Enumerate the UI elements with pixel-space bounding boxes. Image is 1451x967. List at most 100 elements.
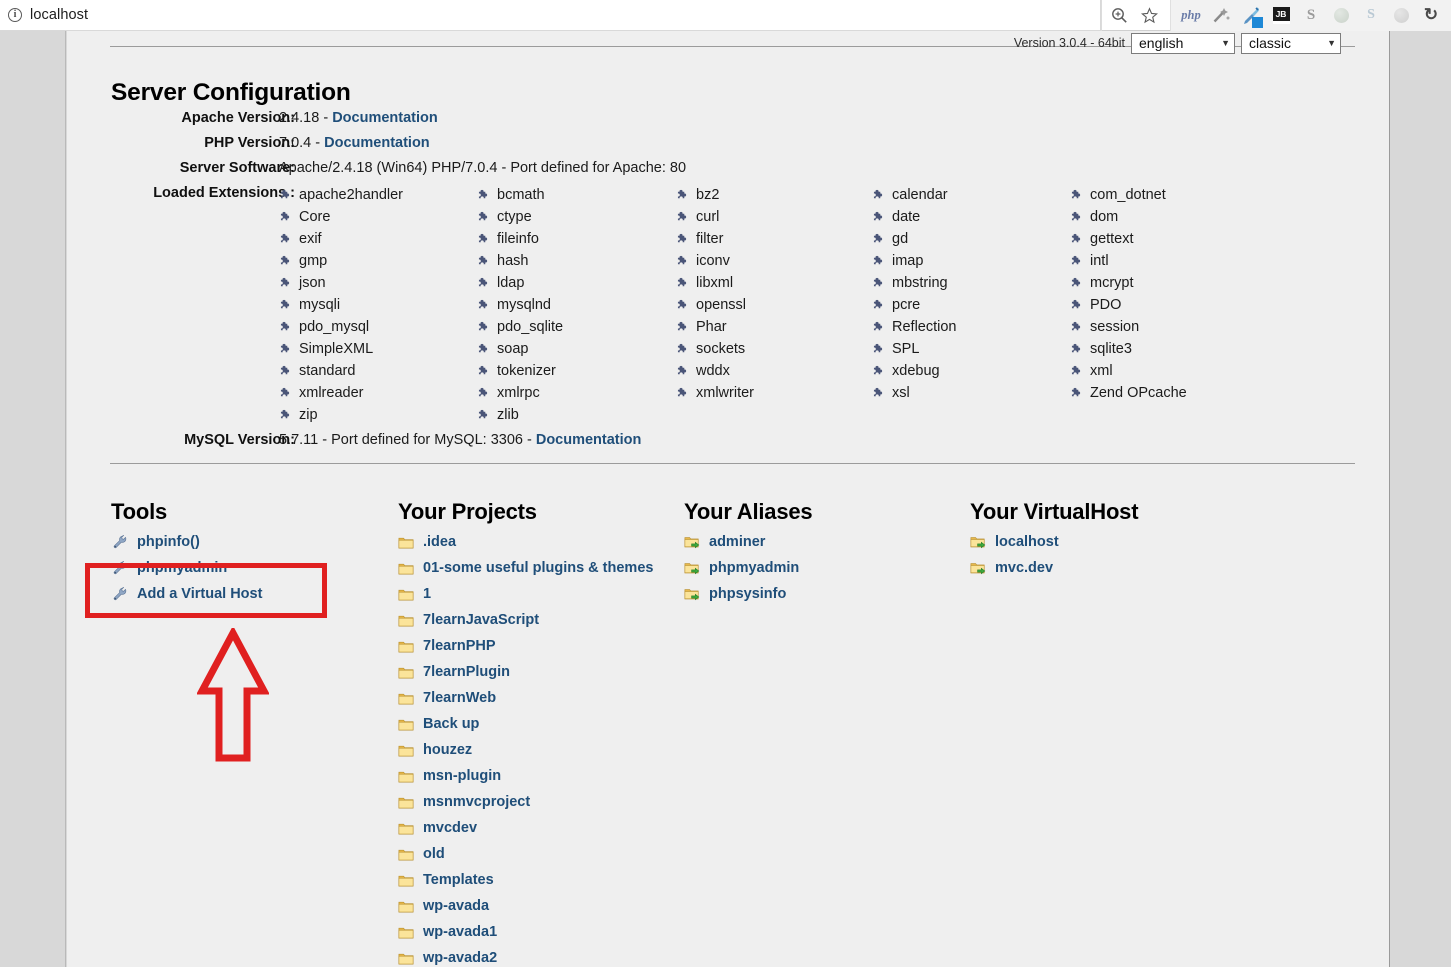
project-item-row[interactable]: msn-plugin: [398, 763, 653, 789]
extension-label: mbstring: [892, 275, 948, 291]
virtualhost-item-row[interactable]: localhost: [970, 529, 1059, 555]
project-item-link[interactable]: wp-avada: [423, 898, 489, 914]
alias-item-row[interactable]: adminer: [684, 529, 799, 555]
project-item-row[interactable]: mvcdev: [398, 815, 653, 841]
extension-column: bcmath ctype fileinfo hash ldap mysqlnd pdo_sq…: [477, 184, 677, 426]
project-item-link[interactable]: 7learnWeb: [423, 690, 496, 706]
extension-label: soap: [497, 341, 529, 357]
project-item-row[interactable]: 7learnWeb: [398, 685, 653, 711]
puzzle-piece-icon: [1071, 299, 1081, 308]
virtualhost-item-link[interactable]: mvc.dev: [995, 560, 1053, 576]
puzzle-piece-icon: [478, 189, 488, 198]
project-item-link[interactable]: old: [423, 846, 445, 862]
wand-extension-icon[interactable]: [1207, 1, 1235, 29]
config-value: 7.0.4 - Documentation: [279, 135, 430, 151]
alias-item-link[interactable]: phpsysinfo: [709, 586, 786, 602]
language-select[interactable]: english ▼: [1131, 32, 1235, 54]
folder-icon: [398, 953, 414, 964]
project-item-row[interactable]: Templates: [398, 867, 653, 893]
project-item-row[interactable]: wp-avada2: [398, 945, 653, 967]
page-title: Server Configuration: [111, 79, 351, 106]
extension-item: json: [279, 272, 479, 294]
puzzle-piece-icon: [1071, 255, 1081, 264]
project-item-row[interactable]: wp-avada: [398, 893, 653, 919]
project-item-link[interactable]: 7learnPHP: [423, 638, 496, 654]
style-select[interactable]: classic ▼: [1241, 32, 1341, 54]
green-globe-extension-icon[interactable]: [1327, 1, 1355, 29]
virtualhost-item-row[interactable]: mvc.dev: [970, 555, 1059, 581]
project-item-row[interactable]: .idea: [398, 529, 653, 555]
refresh-extension-icon[interactable]: ↻: [1417, 1, 1445, 29]
puzzle-piece-icon: [873, 277, 883, 286]
skype-extension-icon[interactable]: S: [1357, 1, 1385, 29]
puzzle-piece-icon: [677, 321, 687, 330]
mysql-documentation-link[interactable]: Documentation: [536, 432, 642, 448]
php-extension-icon[interactable]: php: [1177, 1, 1205, 29]
extension-label: exif: [299, 231, 322, 247]
apache-documentation-link[interactable]: Documentation: [332, 110, 438, 126]
extension-item: xmlreader: [279, 382, 479, 404]
address-bar[interactable]: i localhost: [0, 0, 1101, 31]
project-item-row[interactable]: msnmvcproject: [398, 789, 653, 815]
config-value: Apache/2.4.18 (Win64) PHP/7.0.4 - Port d…: [279, 160, 687, 176]
alias-item-row[interactable]: phpmyadmin: [684, 555, 799, 581]
alias-item-row[interactable]: phpsysinfo: [684, 581, 799, 607]
project-item-link[interactable]: 1: [423, 586, 431, 602]
project-item-link[interactable]: Templates: [423, 872, 494, 888]
alias-item-link[interactable]: phpmyadmin: [709, 560, 799, 576]
extension-item: xmlrpc: [477, 382, 677, 404]
extension-label: Zend OPcache: [1090, 385, 1187, 401]
arrow-up-annotation: [197, 628, 269, 762]
puzzle-piece-icon: [478, 321, 488, 330]
project-item-link[interactable]: msn-plugin: [423, 768, 501, 784]
puzzle-piece-icon: [280, 255, 290, 264]
s-extension-icon[interactable]: S: [1297, 1, 1325, 29]
project-item-link[interactable]: wp-avada2: [423, 950, 497, 966]
extension-label: standard: [299, 363, 356, 379]
project-item-link[interactable]: .idea: [423, 534, 456, 550]
alias-folder-icon: [970, 562, 986, 574]
extension-label: sqlite3: [1090, 341, 1132, 357]
project-item-link[interactable]: wp-avada1: [423, 924, 497, 940]
info-circle-icon[interactable]: i: [8, 7, 22, 22]
zoom-search-icon[interactable]: [1104, 2, 1134, 28]
project-item-link[interactable]: mvcdev: [423, 820, 477, 836]
project-item-row[interactable]: 1: [398, 581, 653, 607]
project-item-link[interactable]: houzez: [423, 742, 472, 758]
project-item-row[interactable]: houzez: [398, 737, 653, 763]
project-item-row[interactable]: 01-some useful plugins & themes: [398, 555, 653, 581]
extension-item: intl: [1070, 250, 1270, 272]
project-item-row[interactable]: 7learnPlugin: [398, 659, 653, 685]
extension-item: hash: [477, 250, 677, 272]
extension-column: com_dotnet dom gettext intl mcrypt PDO session…: [1070, 184, 1270, 404]
version-bar: Version 3.0.4 - 64bit english ▼ classic …: [1014, 31, 1341, 55]
project-item-link[interactable]: 01-some useful plugins & themes: [423, 560, 653, 576]
project-item-row[interactable]: wp-avada1: [398, 919, 653, 945]
project-item-row[interactable]: old: [398, 841, 653, 867]
language-select-value: english: [1139, 35, 1184, 51]
project-item-row[interactable]: Back up: [398, 711, 653, 737]
color-picker-extension-icon[interactable]: [1237, 1, 1265, 29]
extension-item: Core: [279, 206, 479, 228]
project-item-link[interactable]: 7learnJavaScript: [423, 612, 539, 628]
gray-ball-extension-icon[interactable]: [1387, 1, 1415, 29]
extension-item: libxml: [676, 272, 876, 294]
extension-item: openssl: [676, 294, 876, 316]
alias-item-link[interactable]: adminer: [709, 534, 765, 550]
folder-icon: [398, 927, 414, 938]
project-item-row[interactable]: 7learnPHP: [398, 633, 653, 659]
project-item-link[interactable]: 7learnPlugin: [423, 664, 510, 680]
star-icon[interactable]: [1134, 2, 1164, 28]
tools-item-link[interactable]: phpinfo(): [137, 534, 200, 550]
tools-item-row[interactable]: phpinfo(): [112, 529, 262, 555]
extension-item: iconv: [676, 250, 876, 272]
page-right-gutter: [1389, 31, 1451, 967]
project-item-link[interactable]: Back up: [423, 716, 479, 732]
virtualhost-item-link[interactable]: localhost: [995, 534, 1059, 550]
php-documentation-link[interactable]: Documentation: [324, 135, 430, 151]
jetbrains-extension-icon[interactable]: JB: [1267, 1, 1295, 29]
config-label: PHP Version:: [204, 135, 295, 151]
project-item-link[interactable]: msnmvcproject: [423, 794, 530, 810]
alias-folder-icon: [684, 562, 700, 574]
project-item-row[interactable]: 7learnJavaScript: [398, 607, 653, 633]
